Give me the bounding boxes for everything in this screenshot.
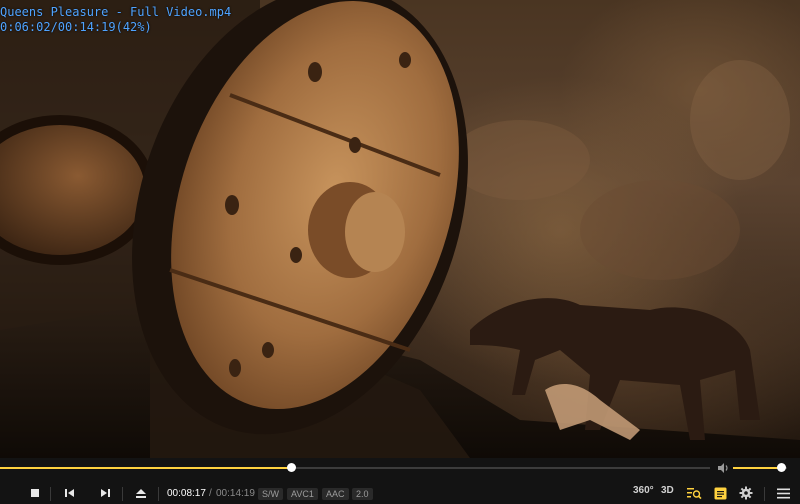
time-separator: / — [209, 488, 212, 499]
eject-button[interactable] — [130, 484, 152, 502]
seek-bar-progress — [0, 467, 292, 469]
video-scene-illustration — [0, 0, 800, 458]
divider — [122, 487, 123, 501]
renderer-badge[interactable]: S/W — [258, 488, 283, 500]
next-button[interactable] — [94, 484, 116, 502]
total-time[interactable]: 00:14:19 — [216, 488, 255, 499]
divider — [50, 487, 51, 501]
eject-icon — [136, 488, 146, 498]
audio-channels-badge[interactable]: 2.0 — [352, 488, 373, 500]
playlist-search-icon — [687, 488, 702, 500]
current-time[interactable]: 00:08:17 — [167, 488, 206, 499]
settings-button[interactable] — [735, 484, 757, 502]
divider — [764, 487, 765, 501]
speaker-icon[interactable] — [716, 461, 730, 475]
play-pause-button[interactable] — [2, 484, 24, 502]
volume-slider-handle[interactable] — [776, 463, 786, 472]
osd-file-title: Queens Pleasure - Full Video.mp4 — [0, 5, 232, 19]
skip-next-icon — [101, 489, 110, 497]
volume-slider-level — [733, 467, 781, 469]
subtitle-icon — [714, 487, 726, 499]
gear-icon — [739, 486, 753, 500]
video-codec-badge[interactable]: AVC1 — [287, 488, 318, 500]
volume-slider[interactable] — [733, 463, 787, 472]
subtitle-button[interactable] — [709, 484, 731, 502]
osd-time-readout: 0:06:02/00:14:19(42%) — [0, 20, 152, 34]
vr-360-button[interactable]: 360° — [633, 485, 654, 496]
3d-mode-button[interactable]: 3D — [661, 485, 674, 496]
playlist-search-button[interactable] — [683, 484, 705, 502]
video-frame[interactable]: Queens Pleasure - Full Video.mp4 0:06:02… — [0, 0, 800, 458]
audio-codec-badge[interactable]: AAC — [322, 488, 349, 500]
stop-button[interactable] — [24, 484, 46, 502]
stop-icon — [31, 489, 39, 497]
previous-button[interactable] — [59, 484, 81, 502]
skip-previous-icon — [65, 489, 74, 497]
main-menu-button[interactable] — [772, 484, 794, 502]
hamburger-menu-icon — [776, 488, 790, 498]
control-bar: 00:08:17 / 00:14:19 S/W AVC1 AAC 2.0 360… — [0, 458, 800, 504]
seek-bar[interactable] — [0, 463, 710, 472]
seek-bar-handle[interactable] — [287, 463, 297, 472]
divider — [158, 487, 159, 501]
